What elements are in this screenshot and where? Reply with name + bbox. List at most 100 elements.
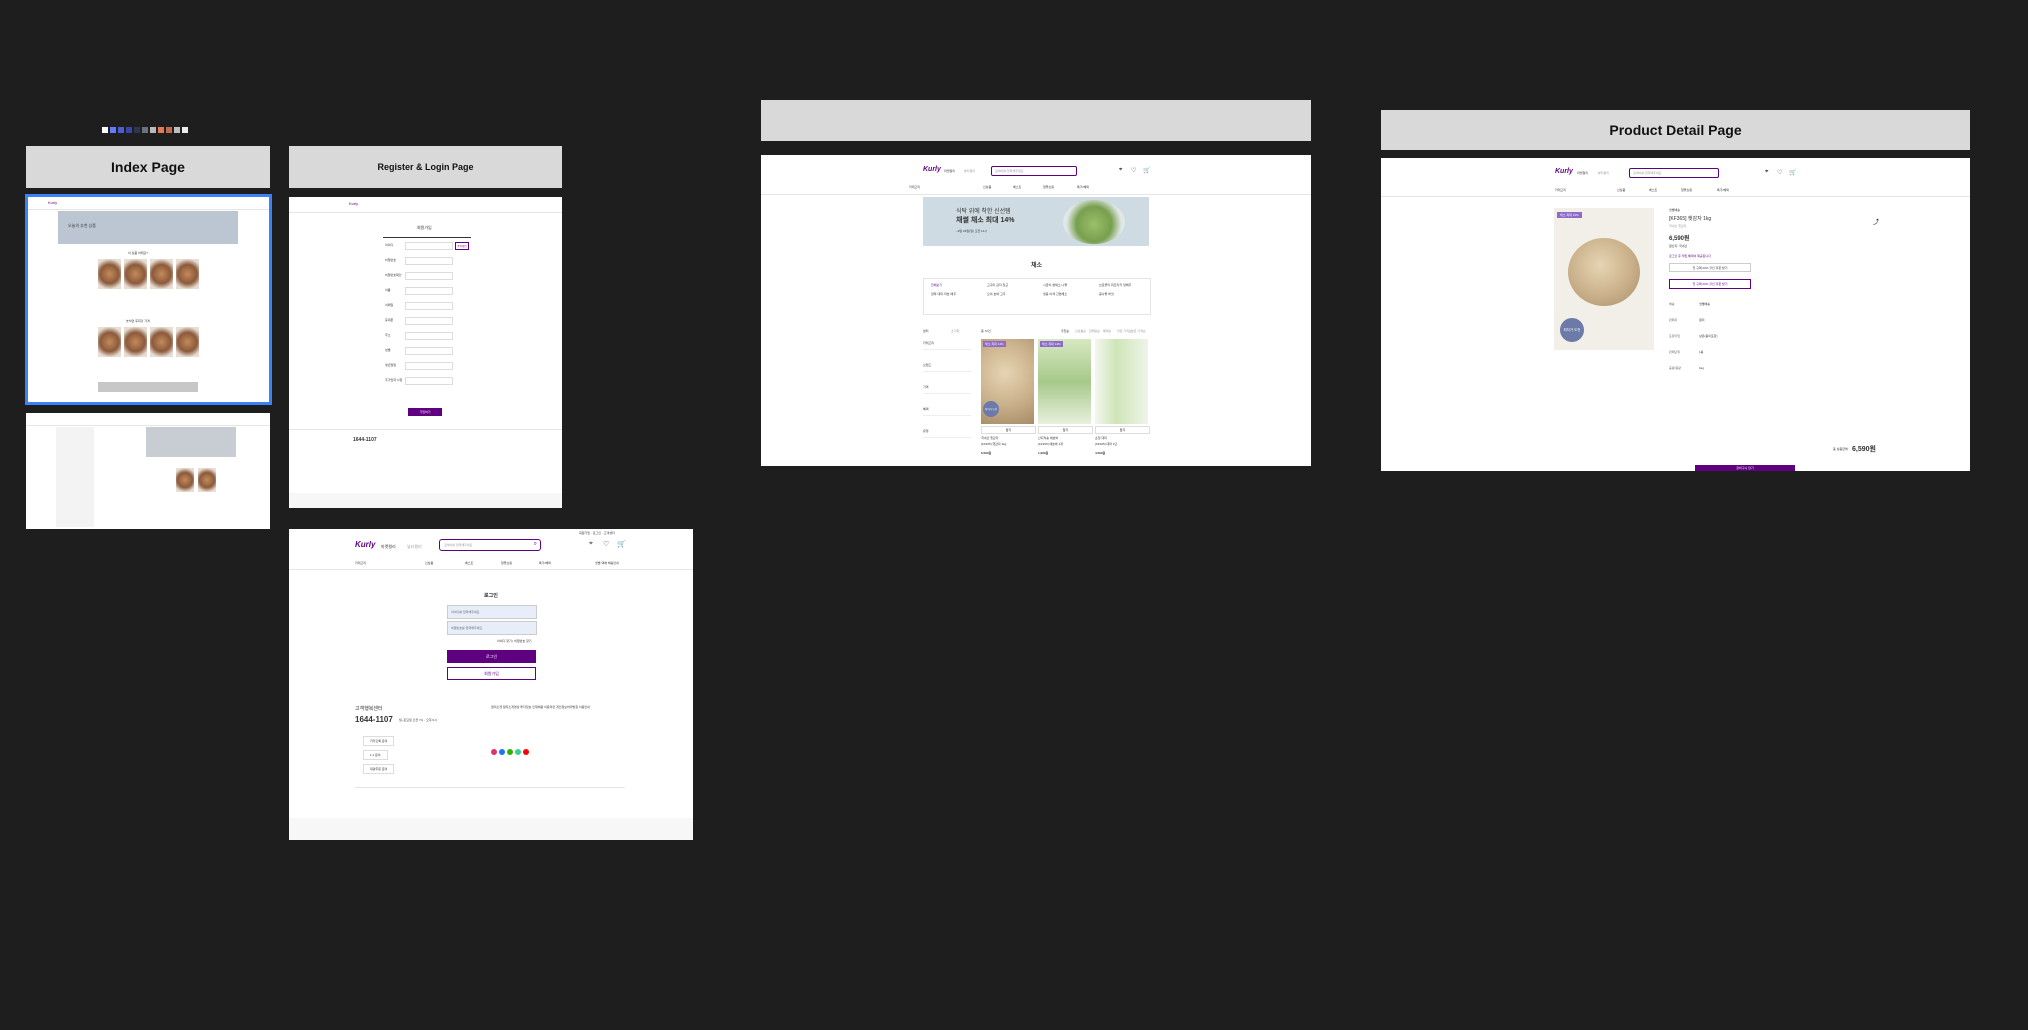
detail-coupon-button[interactable]: 첫 구매 20% 할인 쿠폰 받기 xyxy=(1669,263,1751,272)
login-footer-links[interactable]: 컬리소개 컬리소개영상 투자정보 인재채용 이용약관 개인정보처리방침 이용안내 xyxy=(491,705,590,709)
product-cart-button[interactable]: 담기 xyxy=(1038,426,1093,434)
login-nav-new[interactable]: 신상품 xyxy=(425,561,433,565)
category-sort-option[interactable]: 신상품순 xyxy=(1075,329,1086,333)
detail-tab-market[interactable]: 마켓컬리 xyxy=(1577,171,1588,175)
login-cs-kakao[interactable]: 카카오톡 문의 xyxy=(363,736,395,746)
register-field-input[interactable] xyxy=(405,377,453,385)
login-password-input[interactable]: 비밀번호를 입력해주세요 xyxy=(447,621,537,635)
register-submit-button[interactable]: 가입하기 xyxy=(408,408,442,416)
detail-nav-saving[interactable]: 알뜰쇼핑 xyxy=(1681,188,1692,192)
login-cs-inquiry[interactable]: 1:1 문의 xyxy=(363,750,388,760)
login-nav-special[interactable]: 특가/혜택 xyxy=(539,561,551,565)
category-filter-group[interactable]: 유형 xyxy=(923,429,929,433)
index-product-image[interactable] xyxy=(98,259,121,289)
category-banner[interactable]: 식탁 위에 착한 신선템 채썰 채소 최대 14% ~9월 23일(일) 오전 … xyxy=(923,197,1149,246)
category-sort-option[interactable]: 혜택순 xyxy=(1103,329,1111,333)
category-page-frame[interactable]: Kurly 마켓컬리 뷰티컬리 검색어를 입력해주세요 ⌖ ♡ 🛒 카테고리 신… xyxy=(761,155,1311,466)
index-product-image[interactable] xyxy=(124,327,147,357)
index2-category-menu[interactable] xyxy=(56,427,94,527)
location-icon[interactable]: ⌖ xyxy=(1119,167,1122,174)
location-icon[interactable]: ⌖ xyxy=(589,540,593,548)
register-field-input[interactable] xyxy=(405,332,453,340)
index-product-image[interactable] xyxy=(150,327,173,357)
category-nav-category[interactable]: 카테고리 xyxy=(909,185,920,189)
category-filter-reset[interactable]: 초기화 xyxy=(951,329,959,333)
category-subcat-link[interactable]: 고구마·감자·당근 xyxy=(987,283,1008,287)
heart-icon[interactable]: ♡ xyxy=(1131,167,1136,174)
product-cart-button[interactable]: 담기 xyxy=(981,426,1036,434)
login-find-links[interactable]: 아이디 찾기 | 비밀번호 찾기 xyxy=(497,639,531,643)
category-subcat-link[interactable]: 전체보기 xyxy=(931,283,942,287)
cart-icon[interactable]: 🛒 xyxy=(1789,169,1796,176)
blog-icon[interactable] xyxy=(507,749,513,755)
index-page-frame-2[interactable] xyxy=(26,413,270,529)
register-field-input[interactable] xyxy=(405,317,453,325)
detail-search-input[interactable]: 검색어를 입력해주세요 xyxy=(1629,168,1719,178)
detail-product-image[interactable]: 채소 최대 14% 최저가 도전 xyxy=(1554,208,1654,350)
detail-page-frame[interactable]: Kurly 마켓컬리 뷰티컬리 검색어를 입력해주세요 ⌖ ♡ 🛒 카테고리 신… xyxy=(1381,158,1970,471)
category-filter-group[interactable]: 카테고리 xyxy=(923,341,934,345)
login-button[interactable]: 로그인 xyxy=(447,650,536,663)
category-sort-option[interactable]: 낮은 가격순 xyxy=(1117,329,1132,333)
product-cart-button[interactable]: 담기 xyxy=(1095,426,1150,434)
cart-icon[interactable]: 🛒 xyxy=(617,540,626,548)
category-nav-saving[interactable]: 알뜰쇼핑 xyxy=(1043,185,1054,189)
login-cs-bulk[interactable]: 대량주문 문의 xyxy=(363,764,395,774)
category-tab-beauty[interactable]: 뷰티컬리 xyxy=(964,169,975,173)
login-nav-saving[interactable]: 알뜰쇼핑 xyxy=(501,561,512,565)
product-card-image[interactable]: 채소 최대 14% 최저가 도전 xyxy=(981,339,1034,424)
category-subcat-link[interactable]: 양파·대파·마늘·배추 xyxy=(931,292,956,296)
category-sort-option[interactable]: 높은 가격순 xyxy=(1131,329,1146,333)
location-icon[interactable]: ⌖ xyxy=(1765,169,1768,176)
product-card-image[interactable]: 채소 최대 14% xyxy=(1038,339,1091,424)
detail-nav-best[interactable]: 베스트 xyxy=(1649,188,1657,192)
category-subcat-link[interactable]: 냉동·이색·간편채소 xyxy=(1043,292,1067,296)
category-nav-new[interactable]: 신상품 xyxy=(983,185,991,189)
index-hero-banner[interactable]: 오늘의 추천 상품 xyxy=(58,211,238,244)
index-product-image[interactable] xyxy=(98,327,121,357)
facebook-icon[interactable] xyxy=(499,749,505,755)
category-sort-option[interactable]: 판매량순 xyxy=(1089,329,1100,333)
login-top-links[interactable]: 회원가입 · 로그인 · 고객센터 xyxy=(579,531,615,535)
index-product-image[interactable] xyxy=(124,259,147,289)
detail-nav-category[interactable]: 카테고리 xyxy=(1555,188,1566,192)
register-check-button[interactable]: 중복확인 xyxy=(455,242,469,250)
index-bottom-banner[interactable] xyxy=(98,382,198,392)
detail-coupon-button-2[interactable]: 첫 구매 20% 할인 쿠폰 받기 xyxy=(1669,279,1751,289)
category-subcat-link[interactable]: 브로콜리·파프리카·양배추 xyxy=(1099,283,1131,287)
category-subcat-link[interactable]: 오이·호박·고추 xyxy=(987,292,1006,296)
share-icon[interactable]: ⤴ xyxy=(1873,217,1879,226)
cart-icon[interactable]: 🛒 xyxy=(1143,167,1150,174)
category-filter-group[interactable]: 브랜드 xyxy=(923,363,931,367)
detail-cart-button[interactable]: 장바구니 담기 xyxy=(1695,465,1795,471)
login-nav-category[interactable]: 카테고리 xyxy=(355,561,366,565)
category-filter-group[interactable]: 혜택 xyxy=(923,407,929,411)
heart-icon[interactable]: ♡ xyxy=(603,540,609,548)
detail-tab-beauty[interactable]: 뷰티컬리 xyxy=(1598,171,1609,175)
login-tab-beauty[interactable]: 뷰티컬리 xyxy=(407,544,422,550)
instagram-icon[interactable] xyxy=(491,749,497,755)
index-product-image[interactable] xyxy=(176,259,199,289)
login-delivery-note[interactable]: 샛별·택배 배송안내 xyxy=(595,561,619,565)
detail-nav-special[interactable]: 특가/혜택 xyxy=(1717,188,1729,192)
category-search-input[interactable]: 검색어를 입력해주세요 xyxy=(991,166,1077,176)
register-page-frame[interactable]: Kurly 회원가입 가입하기 1644-1107 아이디 비밀번호 비밀번호확인 이… xyxy=(289,197,562,508)
category-filter-group[interactable]: 가격 xyxy=(923,385,929,389)
login-tab-market[interactable]: 마켓컬리 xyxy=(381,544,396,550)
register-field-input[interactable] xyxy=(405,242,453,250)
register-field-input[interactable] xyxy=(405,272,453,280)
category-nav-special[interactable]: 특가/혜택 xyxy=(1077,185,1089,189)
login-nav-best[interactable]: 베스트 xyxy=(465,561,473,565)
search-icon[interactable]: ⌕ xyxy=(534,541,537,548)
register-field-input[interactable] xyxy=(405,257,453,265)
category-subcat-link[interactable]: 콩나물·버섯 xyxy=(1099,292,1114,296)
product-card-image[interactable] xyxy=(1095,339,1148,424)
index2-banner[interactable] xyxy=(146,427,236,457)
register-field-input[interactable] xyxy=(405,302,453,310)
login-page-frame[interactable]: Kurly 마켓컬리 뷰티컬리 검색어를 입력해주세요 ⌕ ⌖ ♡ 🛒 회원가입… xyxy=(289,529,693,840)
index-product-image[interactable] xyxy=(176,327,199,357)
naver-icon[interactable] xyxy=(515,749,521,755)
category-nav-best[interactable]: 베스트 xyxy=(1013,185,1021,189)
login-id-input[interactable]: 아이디를 입력해주세요 xyxy=(447,605,537,619)
detail-nav-new[interactable]: 신상품 xyxy=(1617,188,1625,192)
